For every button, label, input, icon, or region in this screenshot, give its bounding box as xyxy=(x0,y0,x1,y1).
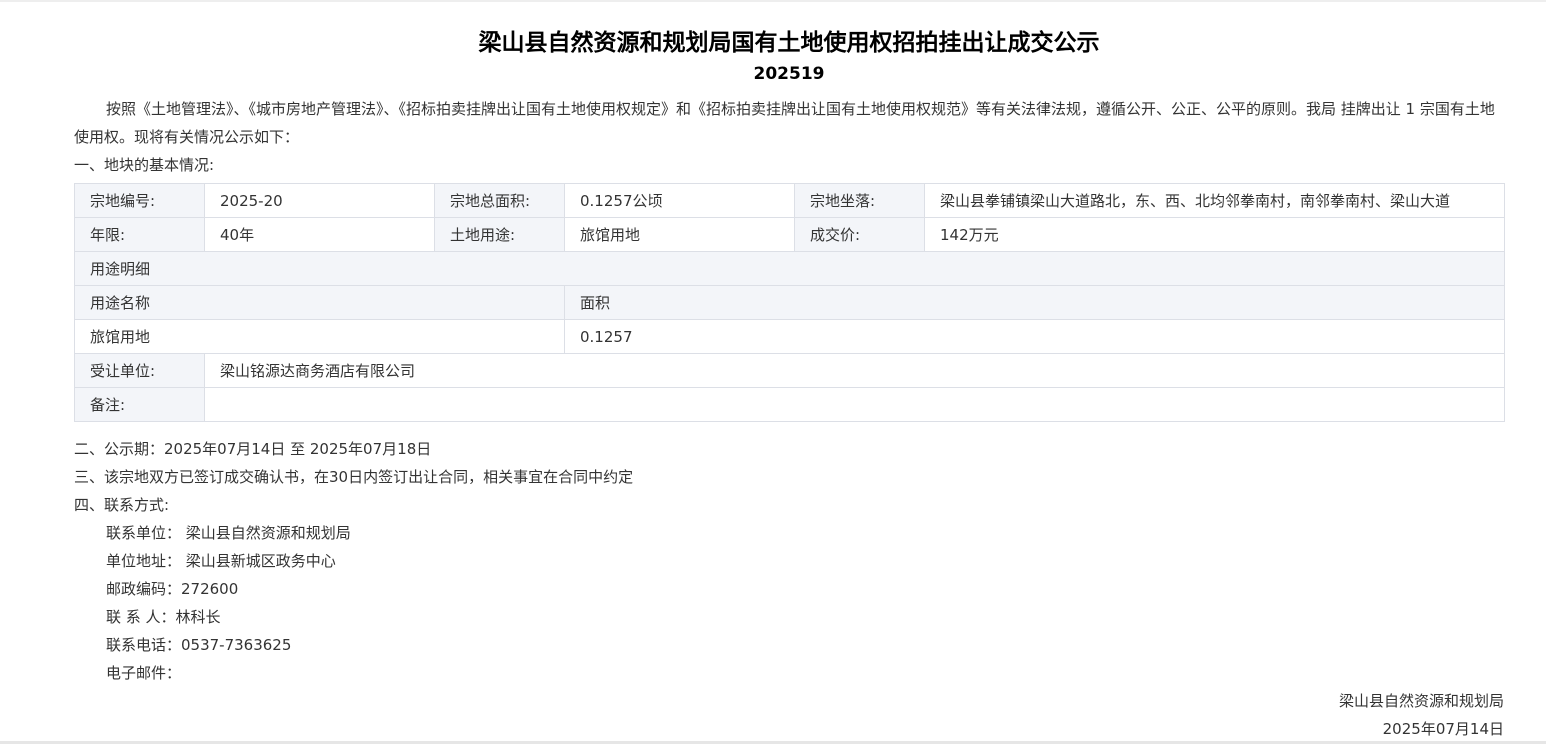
parcel-number-value: 2025-20 xyxy=(204,183,435,218)
land-use-value: 旅馆用地 xyxy=(564,217,795,252)
usage-name-value: 旅馆用地 xyxy=(74,319,565,354)
assignee-value: 梁山铭源达商务酒店有限公司 xyxy=(204,353,1505,388)
usage-detail-header: 用途明细 xyxy=(74,251,1505,286)
intro-paragraph: 按照《土地管理法》、《城市房地产管理法》、《招标拍卖挂牌出让国有土地使用权规定》… xyxy=(74,100,1495,146)
usage-area-header: 面积 xyxy=(564,285,1505,320)
signature-org: 梁山县自然资源和规划局 xyxy=(1338,692,1504,710)
remark-value xyxy=(204,387,1505,422)
usage-name-header: 用途名称 xyxy=(74,285,565,320)
signature-date: 2025年07月14日 xyxy=(1382,720,1504,738)
table-row: 用途名称 面积 xyxy=(74,285,1505,320)
term-label: 年限: xyxy=(74,217,205,252)
table-row: 用途明细 xyxy=(74,251,1505,286)
parcel-info-table: 宗地编号: 2025-20 宗地总面积: 0.1257公顷 宗地坐落: 梁山县拳… xyxy=(74,183,1505,422)
page-title: 梁山县自然资源和规划局国有土地使用权招拍挂出让成交公示 xyxy=(478,30,1100,56)
table-row: 受让单位: 梁山铭源达商务酒店有限公司 xyxy=(74,353,1505,388)
assignee-label: 受让单位: xyxy=(74,353,205,388)
price-label: 成交价: xyxy=(794,217,925,252)
top-border xyxy=(0,0,1546,2)
land-use-label: 土地用途: xyxy=(434,217,565,252)
contact-unit: 联系单位： 梁山县自然资源和规划局 xyxy=(106,524,351,542)
table-row: 宗地编号: 2025-20 宗地总面积: 0.1257公顷 宗地坐落: 梁山县拳… xyxy=(74,183,1505,218)
contact-email: 电子邮件： xyxy=(106,664,182,682)
location-label: 宗地坐落: xyxy=(794,183,925,218)
table-row: 备注: xyxy=(74,387,1505,422)
term-value: 40年 xyxy=(204,217,435,252)
contact-postcode: 邮政编码：272600 xyxy=(106,580,239,598)
section4-title: 四、联系方式: xyxy=(74,496,170,514)
section2-period: 二、公示期：2025年07月14日 至 2025年07月18日 xyxy=(74,440,432,458)
contact-phone: 联系电话：0537-7363625 xyxy=(106,636,292,654)
table-row: 年限: 40年 土地用途: 旅馆用地 成交价: 142万元 xyxy=(74,217,1505,252)
section3-contract: 三、该宗地双方已签订成交确认书，在30日内签订出让合同，相关事宜在合同中约定 xyxy=(74,468,634,486)
notice-number: 202519 xyxy=(753,64,825,84)
parcel-number-label: 宗地编号: xyxy=(74,183,205,218)
table-row: 旅馆用地 0.1257 xyxy=(74,319,1505,354)
total-area-label: 宗地总面积: xyxy=(434,183,565,218)
price-value: 142万元 xyxy=(924,217,1505,252)
contact-person: 联 系 人：林科长 xyxy=(106,608,221,626)
section1-title: 一、地块的基本情况: xyxy=(74,156,215,174)
total-area-value: 0.1257公顷 xyxy=(564,183,795,218)
remark-label: 备注: xyxy=(74,387,205,422)
location-value: 梁山县拳铺镇梁山大道路北，东、西、北均邻拳南村，南邻拳南村、梁山大道 xyxy=(924,183,1505,218)
contact-address: 单位地址： 梁山县新城区政务中心 xyxy=(106,552,336,570)
usage-area-value: 0.1257 xyxy=(564,319,1505,354)
